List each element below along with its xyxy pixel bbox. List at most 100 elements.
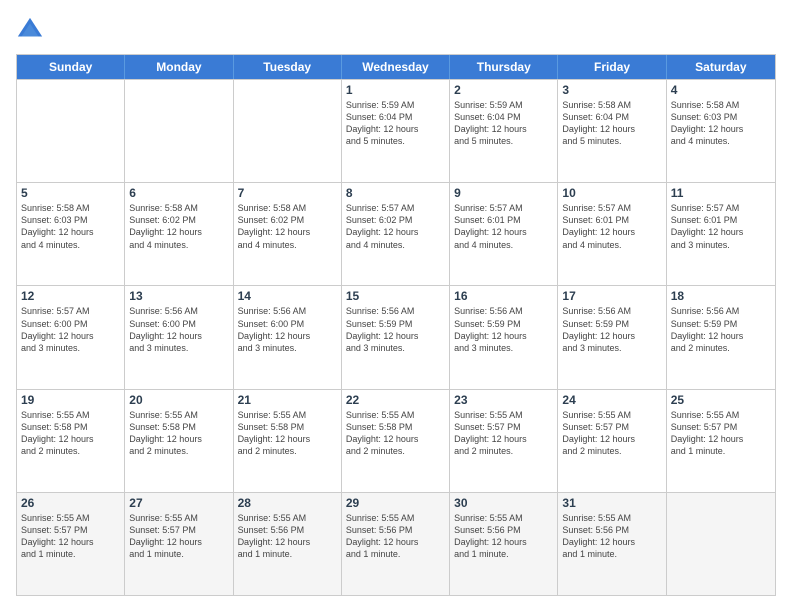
calendar: SundayMondayTuesdayWednesdayThursdayFrid… [16,54,776,596]
cell-day-number: 28 [238,496,337,510]
logo-icon [16,16,44,44]
header [16,16,776,44]
cell-day-number: 9 [454,186,553,200]
logo [16,16,48,44]
cell-day-number: 22 [346,393,445,407]
cell-info: Sunrise: 5:56 AM Sunset: 6:00 PM Dayligh… [129,305,228,354]
calendar-cell: 21Sunrise: 5:55 AM Sunset: 5:58 PM Dayli… [234,390,342,492]
page: SundayMondayTuesdayWednesdayThursdayFrid… [0,0,792,612]
calendar-cell: 13 Sunrise: 5:56 AM Sunset: 6:00 PM Dayli… [125,286,233,388]
cell-info: Sunrise: 5:58 AM Sunset: 6:03 PM Dayligh… [21,202,120,251]
cell-day-number: 12 [21,289,120,303]
cell-info: Sunrise: 5:55 AM Sunset: 5:56 PM Dayligh… [346,512,445,561]
calendar-cell: 8 Sunrise: 5:57 AM Sunset: 6:02 PM Daylig… [342,183,450,285]
cell-day-number: 5 [21,186,120,200]
calendar-cell: 12 Sunrise: 5:57 AM Sunset: 6:00 PM Dayli… [17,286,125,388]
weekday-header-monday: Monday [125,55,233,79]
cell-day-number: 18 [671,289,771,303]
calendar-cell: 24 Sunrise: 5:55 AM Sunset: 5:57 PM Dayli… [558,390,666,492]
calendar-cell: 27 Sunrise: 5:55 AM Sunset: 5:57 PM Dayli… [125,493,233,595]
calendar-cell: 11Sunrise: 5:57 AM Sunset: 6:01 PM Dayli… [667,183,775,285]
cell-day-number: 6 [129,186,228,200]
calendar-header: SundayMondayTuesdayWednesdayThursdayFrid… [17,55,775,79]
calendar-cell: 26 Sunrise: 5:55 AM Sunset: 5:57 PM Dayli… [17,493,125,595]
calendar-cell: 19 Sunrise: 5:55 AM Sunset: 5:58 PM Dayli… [17,390,125,492]
cell-info: Sunrise: 5:58 AM Sunset: 6:03 PM Dayligh… [671,99,771,148]
cell-info: Sunrise: 5:57 AM Sunset: 6:00 PM Dayligh… [21,305,120,354]
calendar-cell: 30 Sunrise: 5:55 AM Sunset: 5:56 PM Dayli… [450,493,558,595]
cell-info: Sunrise: 5:55 AM Sunset: 5:58 PM Dayligh… [129,409,228,458]
cell-info: Sunrise: 5:57 AM Sunset: 6:02 PM Dayligh… [346,202,445,251]
cell-info: Sunrise: 5:58 AM Sunset: 6:04 PM Dayligh… [562,99,661,148]
cell-day-number: 8 [346,186,445,200]
calendar-row-1: 5 Sunrise: 5:58 AM Sunset: 6:03 PM Daylig… [17,182,775,285]
calendar-cell: 25 Sunrise: 5:55 AM Sunset: 5:57 PM Dayli… [667,390,775,492]
calendar-cell [125,80,233,182]
cell-day-number: 29 [346,496,445,510]
cell-day-number: 30 [454,496,553,510]
calendar-cell: 28Sunrise: 5:55 AM Sunset: 5:56 PM Dayli… [234,493,342,595]
calendar-row-3: 19 Sunrise: 5:55 AM Sunset: 5:58 PM Dayli… [17,389,775,492]
calendar-body: 1 Sunrise: 5:59 AM Sunset: 6:04 PM Daylig… [17,79,775,595]
calendar-cell: 18Sunrise: 5:56 AM Sunset: 5:59 PM Dayli… [667,286,775,388]
calendar-cell: 23 Sunrise: 5:55 AM Sunset: 5:57 PM Dayli… [450,390,558,492]
cell-info: Sunrise: 5:58 AM Sunset: 6:02 PM Dayligh… [238,202,337,251]
cell-info: Sunrise: 5:56 AM Sunset: 6:00 PM Dayligh… [238,305,337,354]
cell-day-number: 26 [21,496,120,510]
cell-info: Sunrise: 5:55 AM Sunset: 5:58 PM Dayligh… [238,409,337,458]
cell-day-number: 17 [562,289,661,303]
calendar-row-4: 26 Sunrise: 5:55 AM Sunset: 5:57 PM Dayli… [17,492,775,595]
cell-day-number: 13 [129,289,228,303]
calendar-cell: 7 Sunrise: 5:58 AM Sunset: 6:02 PM Daylig… [234,183,342,285]
cell-day-number: 24 [562,393,661,407]
calendar-cell: 29 Sunrise: 5:55 AM Sunset: 5:56 PM Dayli… [342,493,450,595]
cell-info: Sunrise: 5:55 AM Sunset: 5:57 PM Dayligh… [454,409,553,458]
cell-day-number: 10 [562,186,661,200]
cell-info: Sunrise: 5:59 AM Sunset: 6:04 PM Dayligh… [454,99,553,148]
calendar-cell: 9Sunrise: 5:57 AM Sunset: 6:01 PM Daylig… [450,183,558,285]
cell-day-number: 16 [454,289,553,303]
cell-day-number: 7 [238,186,337,200]
cell-info: Sunrise: 5:56 AM Sunset: 5:59 PM Dayligh… [454,305,553,354]
cell-day-number: 19 [21,393,120,407]
cell-info: Sunrise: 5:55 AM Sunset: 5:56 PM Dayligh… [454,512,553,561]
calendar-cell: 10Sunrise: 5:57 AM Sunset: 6:01 PM Dayli… [558,183,666,285]
cell-info: Sunrise: 5:55 AM Sunset: 5:57 PM Dayligh… [129,512,228,561]
cell-day-number: 11 [671,186,771,200]
calendar-cell: 5 Sunrise: 5:58 AM Sunset: 6:03 PM Daylig… [17,183,125,285]
cell-info: Sunrise: 5:55 AM Sunset: 5:58 PM Dayligh… [21,409,120,458]
cell-day-number: 27 [129,496,228,510]
weekday-header-saturday: Saturday [667,55,775,79]
weekday-header-tuesday: Tuesday [234,55,342,79]
calendar-cell: 6Sunrise: 5:58 AM Sunset: 6:02 PM Daylig… [125,183,233,285]
calendar-cell: 2Sunrise: 5:59 AM Sunset: 6:04 PM Daylig… [450,80,558,182]
calendar-cell [667,493,775,595]
calendar-cell: 15Sunrise: 5:56 AM Sunset: 5:59 PM Dayli… [342,286,450,388]
cell-info: Sunrise: 5:55 AM Sunset: 5:57 PM Dayligh… [21,512,120,561]
cell-day-number: 1 [346,83,445,97]
cell-info: Sunrise: 5:56 AM Sunset: 5:59 PM Dayligh… [562,305,661,354]
calendar-cell [17,80,125,182]
cell-info: Sunrise: 5:55 AM Sunset: 5:57 PM Dayligh… [562,409,661,458]
calendar-cell: 17 Sunrise: 5:56 AM Sunset: 5:59 PM Dayli… [558,286,666,388]
calendar-cell [234,80,342,182]
cell-info: Sunrise: 5:55 AM Sunset: 5:56 PM Dayligh… [562,512,661,561]
calendar-cell: 4 Sunrise: 5:58 AM Sunset: 6:03 PM Daylig… [667,80,775,182]
calendar-cell: 31 Sunrise: 5:55 AM Sunset: 5:56 PM Dayli… [558,493,666,595]
weekday-header-thursday: Thursday [450,55,558,79]
cell-day-number: 25 [671,393,771,407]
calendar-cell: 3 Sunrise: 5:58 AM Sunset: 6:04 PM Daylig… [558,80,666,182]
cell-info: Sunrise: 5:55 AM Sunset: 5:57 PM Dayligh… [671,409,771,458]
cell-day-number: 14 [238,289,337,303]
cell-day-number: 4 [671,83,771,97]
cell-info: Sunrise: 5:56 AM Sunset: 5:59 PM Dayligh… [346,305,445,354]
cell-day-number: 31 [562,496,661,510]
cell-day-number: 3 [562,83,661,97]
calendar-row-0: 1 Sunrise: 5:59 AM Sunset: 6:04 PM Daylig… [17,79,775,182]
cell-day-number: 23 [454,393,553,407]
calendar-cell: 20Sunrise: 5:55 AM Sunset: 5:58 PM Dayli… [125,390,233,492]
weekday-header-sunday: Sunday [17,55,125,79]
calendar-cell: 1Sunrise: 5:59 AM Sunset: 6:04 PM Daylig… [342,80,450,182]
calendar-row-2: 12 Sunrise: 5:57 AM Sunset: 6:00 PM Dayli… [17,285,775,388]
calendar-cell: 16 Sunrise: 5:56 AM Sunset: 5:59 PM Dayli… [450,286,558,388]
